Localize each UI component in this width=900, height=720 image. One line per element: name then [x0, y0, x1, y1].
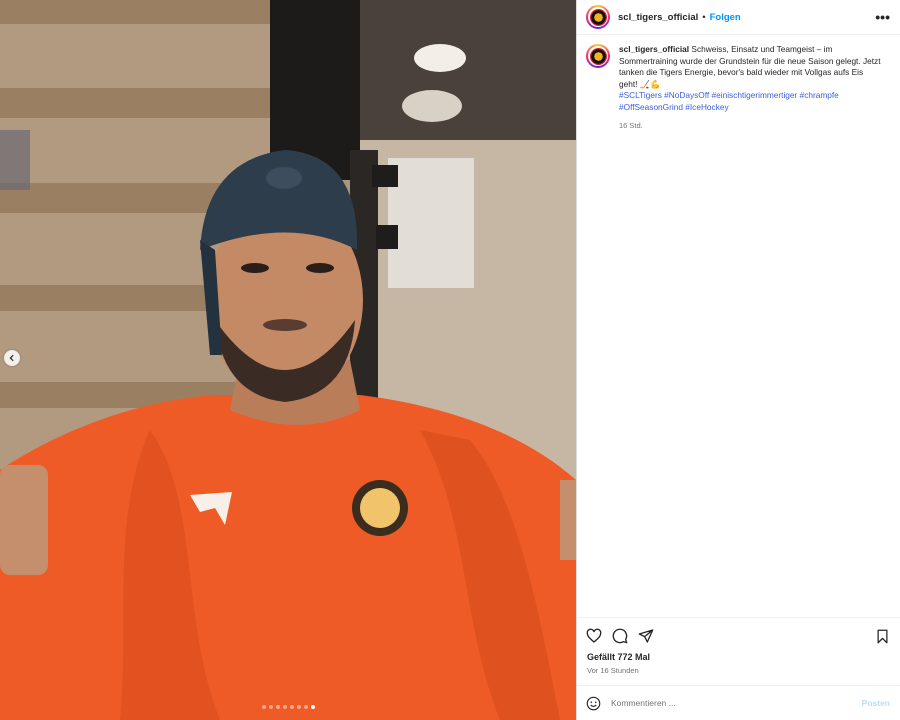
share-icon[interactable]	[638, 628, 654, 644]
carousel-dot	[282, 705, 287, 709]
tigers-logo-icon	[589, 47, 607, 65]
post-comment-button[interactable]: Posten	[862, 698, 890, 708]
post-header: scl_tigers_official • Folgen •••	[577, 0, 900, 35]
carousel-indicator	[0, 705, 576, 709]
avatar[interactable]	[586, 5, 610, 29]
comment-icon[interactable]	[612, 628, 628, 644]
action-section: Gefällt 772 Mal Vor 16 Stunden	[577, 617, 900, 675]
emoji-icon[interactable]	[586, 696, 601, 711]
heart-icon[interactable]	[586, 628, 602, 644]
bookmark-icon[interactable]	[875, 629, 890, 644]
follow-button[interactable]: Folgen	[710, 12, 741, 23]
carousel-dot	[296, 705, 301, 709]
carousel-prev-button[interactable]	[4, 350, 20, 366]
carousel-dot	[289, 705, 294, 709]
caption-avatar[interactable]	[586, 44, 610, 68]
tigers-logo-icon	[589, 8, 607, 26]
carousel-dot	[303, 705, 308, 709]
comment-input[interactable]	[611, 698, 862, 708]
post-timestamp: Vor 16 Stunden	[587, 666, 639, 675]
caption: scl_tigers_official Schweiss, Einsatz un…	[577, 35, 900, 131]
comment-bar: Posten	[577, 685, 900, 720]
action-bar	[577, 618, 900, 644]
caption-hashtags[interactable]: #SCLTigers #NoDaysOff #einischtigerimmer…	[619, 90, 839, 112]
post-details-panel: scl_tigers_official • Folgen ••• scl_tig…	[576, 0, 900, 720]
chevron-left-icon	[8, 354, 16, 362]
username-link[interactable]: scl_tigers_official	[618, 12, 698, 23]
caption-body: scl_tigers_official Schweiss, Einsatz un…	[619, 44, 881, 131]
carousel-dot	[268, 705, 273, 709]
carousel-dot	[261, 705, 266, 709]
more-options-icon[interactable]: •••	[875, 10, 890, 24]
caption-username[interactable]: scl_tigers_official	[619, 44, 689, 54]
carousel-dot	[310, 705, 315, 709]
post-media[interactable]	[0, 0, 576, 720]
post-photo	[0, 0, 576, 720]
carousel-dot	[275, 705, 280, 709]
caption-timestamp: 16 Std.	[619, 120, 643, 130]
likes-count[interactable]: Gefällt 772 Mal	[577, 644, 900, 662]
separator: •	[702, 11, 706, 23]
